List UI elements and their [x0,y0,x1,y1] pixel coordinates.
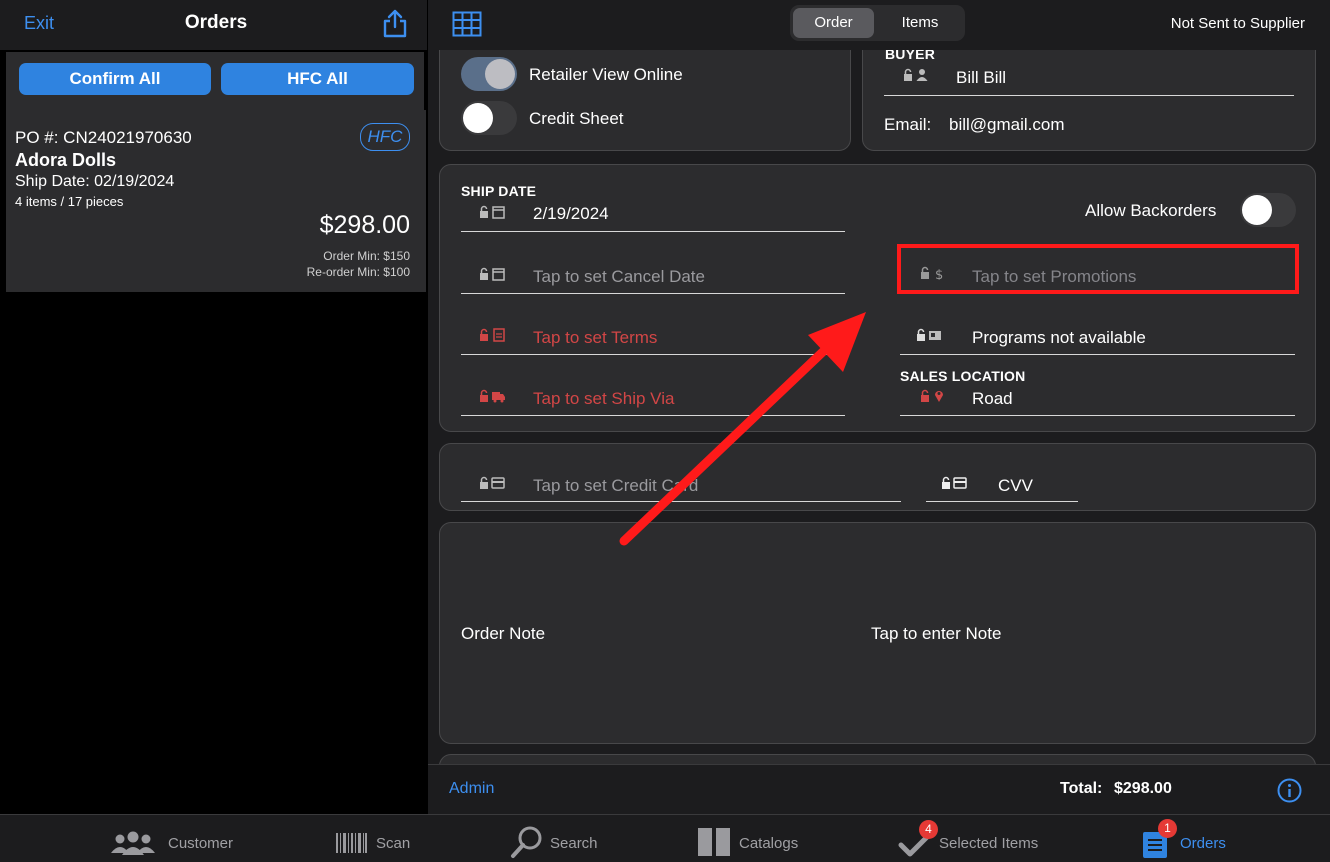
barcode-icon [336,833,367,853]
ship-date-underline [461,231,845,232]
programs-underline [900,354,1295,355]
buyer-section-label: BUYER [885,50,936,62]
tab-bar: Customer Scan Search Catalogs 4 Selected… [0,814,1330,862]
tab-label: Search [550,835,598,852]
lock-program-icon [917,328,941,341]
tab-catalogs[interactable]: Catalogs [697,815,807,862]
sales-location-label: SALES LOCATION [900,368,1026,384]
items-count: 4 items / 17 pieces [15,194,124,209]
retailer-view-toggle[interactable] [461,57,517,91]
buyer-email: bill@gmail.com [949,115,1065,134]
cancel-date-input[interactable]: Tap to set Cancel Date [533,267,705,287]
tab-label: Catalogs [739,835,799,852]
credit-sheet-label: Credit Sheet [529,109,624,128]
tab-search[interactable]: Search [510,815,610,862]
tab-orders[interactable]: 1 Orders [1140,815,1240,862]
lock-card-icon [480,476,505,489]
lock-location-icon [921,389,943,402]
order-card[interactable]: PO #: CN24021970630 Adora Dolls Ship Dat… [6,110,426,292]
reorder-min: Re-order Min: $100 [306,265,410,279]
confirm-all-button[interactable]: Confirm All [19,63,211,95]
toggle-knob [1242,195,1272,225]
admin-button[interactable]: Admin [449,780,494,798]
info-icon[interactable] [1277,778,1302,803]
lock-card-icon [942,476,967,489]
ship-via-underline [461,415,845,416]
terms-input[interactable]: Tap to set Terms [533,328,657,348]
orders-list-header: Exit Orders [0,0,427,50]
terms-underline [461,354,845,355]
cvv-underline [926,501,1078,502]
orders-list-pane: Exit Orders Confirm All HFC All PO #: CN… [0,0,427,814]
credit-card-underline [461,501,901,502]
total-value: $298.00 [1114,780,1172,797]
next-panel [439,754,1316,764]
total-label: Total: [1060,780,1103,797]
toggle-knob [485,59,515,89]
screen: Exit Orders Confirm All HFC All PO #: CN… [0,0,1330,862]
order-form: Retailer View Online Credit Sheet BUYER … [428,50,1330,764]
buyer-name[interactable]: Bill Bill [956,68,1006,88]
hfc-all-button[interactable]: HFC All [221,63,414,95]
buyer-panel: BUYER Bill Bill Email: bill@gmail.com [862,50,1316,151]
share-icon[interactable] [382,8,408,38]
catalogs-icon [698,828,730,856]
tab-label: Scan [376,835,411,852]
selected-items-badge: 4 [919,820,938,839]
orders-badge: 1 [1158,819,1177,838]
programs-value: Programs not available [972,328,1146,347]
grid-view-icon[interactable] [452,11,482,37]
order-note-label: Order Note [461,624,546,643]
search-icon [511,826,542,858]
hfc-badge: HFC [360,123,410,151]
ship-date: Ship Date: 02/19/2024 [15,173,175,190]
order-amount: $298.00 [319,211,410,239]
tab-scan[interactable]: Scan [335,815,415,862]
segment-items[interactable]: Items [880,8,960,38]
allow-backorders-label: Allow Backorders [1085,201,1217,220]
lock-user-icon [904,68,928,81]
ship-via-input[interactable]: Tap to set Ship Via [533,389,674,409]
sales-location-value[interactable]: Road [972,389,1013,409]
order-header: Order Items Not Sent to Supplier [428,0,1330,50]
lock-truck-icon [480,389,505,403]
ship-date-label: SHIP DATE [461,183,537,199]
email-label: Email: [884,115,932,134]
orders-title: Orders [184,12,248,33]
tab-selected-items[interactable]: 4 Selected Items [898,815,1048,862]
tab-label: Selected Items [939,835,1039,852]
tab-customer[interactable]: Customer [108,815,248,862]
ship-date-value[interactable]: 2/19/2024 [533,204,609,224]
buyer-underline [884,95,1294,96]
order-details-panel: SHIP DATE 2/19/2024 Allow Backorders Tap… [439,164,1316,432]
order-footer: Admin Total: $298.00 [428,764,1330,814]
lock-document-icon [480,328,505,342]
payment-panel: Tap to set Credit Card CVV [439,443,1316,511]
retailer-view-label: Retailer View Online [529,65,683,84]
company-name: Adora Dolls [15,150,117,170]
customers-icon [111,831,155,855]
credit-sheet-toggle[interactable] [461,101,517,135]
credit-card-input[interactable]: Tap to set Credit Card [533,476,698,496]
toggle-knob [463,103,493,133]
order-note-panel[interactable]: Order Note Tap to enter Note [439,522,1316,744]
order-note-input[interactable]: Tap to enter Note [871,624,1001,644]
order-min: Order Min: $150 [323,249,410,263]
tab-label: Customer [168,835,234,852]
promotions-highlight-box [897,244,1299,294]
bulk-actions: Confirm All HFC All [6,52,424,110]
supplier-status: Not Sent to Supplier [1170,15,1305,32]
tab-label: Orders [1180,835,1226,852]
sales-location-underline [900,415,1295,416]
cancel-date-underline [461,293,845,294]
po-number: PO #: CN24021970630 [15,128,192,147]
lock-calendar-icon [480,205,505,219]
cvv-input[interactable]: CVV [998,476,1033,496]
visibility-panel: Retailer View Online Credit Sheet [439,50,851,151]
allow-backorders-toggle[interactable] [1240,193,1296,227]
segment-order[interactable]: Order [793,8,874,38]
lock-calendar-icon [480,267,505,281]
order-items-segmented-control: Order Items [790,5,965,41]
